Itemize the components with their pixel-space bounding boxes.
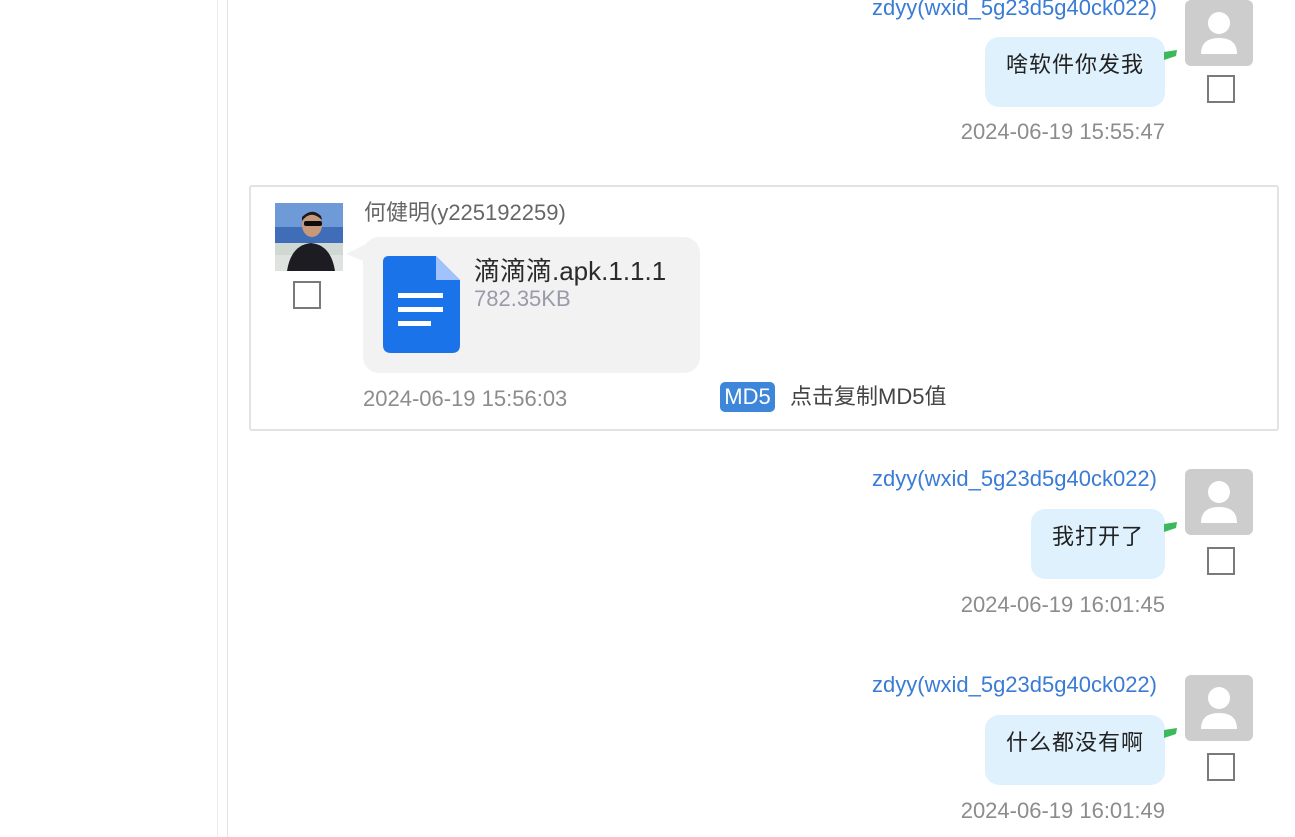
message-timestamp: 2024-06-19 16:01:49 [960, 798, 1165, 823]
select-checkbox[interactable] [1207, 547, 1235, 575]
message-bubble[interactable]: 什么都没有啊 [984, 715, 1165, 785]
bubble-tail-icon [1164, 522, 1177, 532]
message-bubble[interactable]: 啥软件你发我 [984, 37, 1165, 107]
file-size: 782.35KB [474, 286, 571, 311]
sender-name[interactable]: 何健明(y225192259) [364, 200, 566, 226]
sender-name[interactable]: zdyy(wxid_5g23d5g40ck022) [872, 466, 1157, 492]
bubble-tail-icon [1164, 728, 1177, 738]
document-file-icon[interactable] [383, 256, 460, 353]
panel-divider [219, 0, 228, 837]
message-timestamp: 2024-06-19 15:56:03 [363, 386, 568, 411]
default-user-icon[interactable] [1185, 469, 1253, 535]
bubble-tail-icon [1164, 50, 1177, 60]
left-panel [0, 0, 218, 837]
select-checkbox[interactable] [1207, 753, 1235, 781]
message-bubble[interactable]: 我打开了 [1030, 509, 1165, 579]
file-name[interactable]: 滴滴滴.apk.1.1.1 [474, 256, 666, 286]
default-user-icon[interactable] [1185, 675, 1253, 741]
message-timestamp: 2024-06-19 15:55:47 [960, 119, 1165, 144]
sender-name[interactable]: zdyy(wxid_5g23d5g40ck022) [872, 672, 1157, 698]
sender-name[interactable]: zdyy(wxid_5g23d5g40ck022) [872, 0, 1157, 21]
default-user-icon[interactable] [1185, 0, 1253, 66]
select-checkbox[interactable] [293, 281, 321, 309]
copy-md5-button[interactable]: 点击复制MD5值 [790, 383, 946, 411]
select-checkbox[interactable] [1207, 75, 1235, 103]
md5-badge[interactable]: MD5 [720, 382, 775, 412]
message-timestamp: 2024-06-19 16:01:45 [960, 592, 1165, 617]
photo-avatar[interactable] [275, 203, 343, 271]
